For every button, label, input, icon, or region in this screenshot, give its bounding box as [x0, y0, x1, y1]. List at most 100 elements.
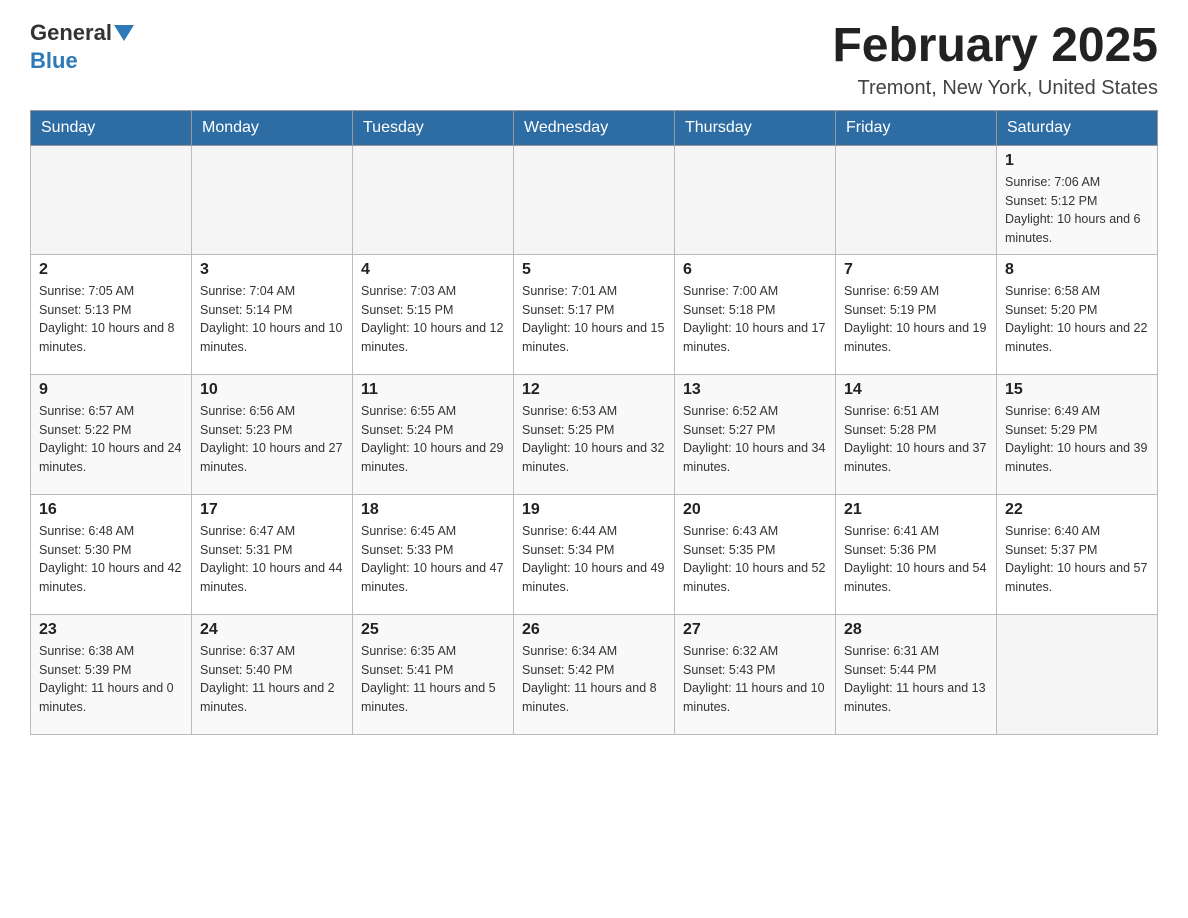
calendar-cell: 1 Sunrise: 7:06 AMSunset: 5:12 PMDaylight… [997, 145, 1158, 254]
day-header-monday: Monday [192, 110, 353, 145]
day-number: 26 [522, 621, 666, 639]
calendar-cell: 7 Sunrise: 6:59 AMSunset: 5:19 PMDaylight… [836, 254, 997, 374]
day-number: 15 [1005, 381, 1149, 399]
day-number: 14 [844, 381, 988, 399]
day-header-sunday: Sunday [31, 110, 192, 145]
day-info: Sunrise: 6:48 AMSunset: 5:30 PMDaylight:… [39, 522, 183, 597]
logo: General Blue [30, 20, 136, 74]
calendar-cell: 14 Sunrise: 6:51 AMSunset: 5:28 PMDayligh… [836, 374, 997, 494]
day-info: Sunrise: 7:05 AMSunset: 5:13 PMDaylight:… [39, 282, 183, 357]
calendar-cell: 26 Sunrise: 6:34 AMSunset: 5:42 PMDayligh… [514, 614, 675, 734]
calendar-cell [514, 145, 675, 254]
day-header-thursday: Thursday [675, 110, 836, 145]
calendar-cell: 3Sunrise: 7:04 AMSunset: 5:14 PMDaylight… [192, 254, 353, 374]
day-number: 1 [1005, 152, 1149, 170]
day-info: Sunrise: 6:41 AMSunset: 5:36 PMDaylight:… [844, 522, 988, 597]
day-number: 8 [1005, 261, 1149, 279]
day-info: Sunrise: 6:40 AMSunset: 5:37 PMDaylight:… [1005, 522, 1149, 597]
day-number: 9 [39, 381, 183, 399]
calendar-cell: 16 Sunrise: 6:48 AMSunset: 5:30 PMDayligh… [31, 494, 192, 614]
day-info: Sunrise: 6:45 AMSunset: 5:33 PMDaylight:… [361, 522, 505, 597]
day-info: Sunrise: 6:31 AMSunset: 5:44 PMDaylight:… [844, 642, 988, 717]
day-info: Sunrise: 6:47 AMSunset: 5:31 PMDaylight:… [200, 522, 344, 597]
calendar-cell: 25 Sunrise: 6:35 AMSunset: 5:41 PMDayligh… [353, 614, 514, 734]
calendar-cell [31, 145, 192, 254]
day-number: 7 [844, 261, 988, 279]
day-info: Sunrise: 7:04 AMSunset: 5:14 PMDaylight:… [200, 282, 344, 357]
day-number: 20 [683, 501, 827, 519]
day-info: Sunrise: 6:59 AMSunset: 5:19 PMDaylight:… [844, 282, 988, 357]
day-info: Sunrise: 6:44 AMSunset: 5:34 PMDaylight:… [522, 522, 666, 597]
calendar-cell: 4 Sunrise: 7:03 AMSunset: 5:15 PMDaylight… [353, 254, 514, 374]
day-number: 25 [361, 621, 505, 639]
day-info: Sunrise: 6:38 AMSunset: 5:39 PMDaylight:… [39, 642, 183, 717]
day-number: 16 [39, 501, 183, 519]
day-number: 6 [683, 261, 827, 279]
day-number: 22 [1005, 501, 1149, 519]
day-number: 21 [844, 501, 988, 519]
day-info: Sunrise: 7:00 AMSunset: 5:18 PMDaylight:… [683, 282, 827, 357]
calendar-cell [353, 145, 514, 254]
day-number: 19 [522, 501, 666, 519]
calendar-cell: 9 Sunrise: 6:57 AMSunset: 5:22 PMDaylight… [31, 374, 192, 494]
calendar-cell: 12 Sunrise: 6:53 AMSunset: 5:25 PMDayligh… [514, 374, 675, 494]
day-info: Sunrise: 6:43 AMSunset: 5:35 PMDaylight:… [683, 522, 827, 597]
calendar-cell: 19 Sunrise: 6:44 AMSunset: 5:34 PMDayligh… [514, 494, 675, 614]
day-info: Sunrise: 7:03 AMSunset: 5:15 PMDaylight:… [361, 282, 505, 357]
calendar-cell: 20 Sunrise: 6:43 AMSunset: 5:35 PMDayligh… [675, 494, 836, 614]
day-header-saturday: Saturday [997, 110, 1158, 145]
day-number: 24 [200, 621, 344, 639]
calendar-cell: 24 Sunrise: 6:37 AMSunset: 5:40 PMDayligh… [192, 614, 353, 734]
calendar-cell: 10 Sunrise: 6:56 AMSunset: 5:23 PMDayligh… [192, 374, 353, 494]
calendar-cell: 11Sunrise: 6:55 AMSunset: 5:24 PMDayligh… [353, 374, 514, 494]
calendar-cell: 15 Sunrise: 6:49 AMSunset: 5:29 PMDayligh… [997, 374, 1158, 494]
day-info: Sunrise: 6:34 AMSunset: 5:42 PMDaylight:… [522, 642, 666, 717]
day-number: 12 [522, 381, 666, 399]
logo-blue-text: Blue [30, 48, 78, 74]
day-info: Sunrise: 6:52 AMSunset: 5:27 PMDaylight:… [683, 402, 827, 477]
day-number: 4 [361, 261, 505, 279]
calendar-cell: 28 Sunrise: 6:31 AMSunset: 5:44 PMDayligh… [836, 614, 997, 734]
day-info: Sunrise: 6:49 AMSunset: 5:29 PMDaylight:… [1005, 402, 1149, 477]
calendar-week-row: 2 Sunrise: 7:05 AMSunset: 5:13 PMDaylight… [31, 254, 1158, 374]
day-number: 13 [683, 381, 827, 399]
day-info: Sunrise: 6:58 AMSunset: 5:20 PMDaylight:… [1005, 282, 1149, 357]
day-info: Sunrise: 6:51 AMSunset: 5:28 PMDaylight:… [844, 402, 988, 477]
location-subtitle: Tremont, New York, United States [832, 77, 1158, 100]
day-info: Sunrise: 6:35 AMSunset: 5:41 PMDaylight:… [361, 642, 505, 717]
calendar-cell [997, 614, 1158, 734]
day-number: 27 [683, 621, 827, 639]
day-info: Sunrise: 6:32 AMSunset: 5:43 PMDaylight:… [683, 642, 827, 717]
day-info: Sunrise: 7:06 AMSunset: 5:12 PMDaylight:… [1005, 173, 1149, 248]
calendar-cell: 8 Sunrise: 6:58 AMSunset: 5:20 PMDaylight… [997, 254, 1158, 374]
calendar-cell: 21 Sunrise: 6:41 AMSunset: 5:36 PMDayligh… [836, 494, 997, 614]
calendar-cell [192, 145, 353, 254]
day-number: 2 [39, 261, 183, 279]
day-info: Sunrise: 6:37 AMSunset: 5:40 PMDaylight:… [200, 642, 344, 717]
day-number: 23 [39, 621, 183, 639]
day-info: Sunrise: 6:57 AMSunset: 5:22 PMDaylight:… [39, 402, 183, 477]
calendar-cell: 22 Sunrise: 6:40 AMSunset: 5:37 PMDayligh… [997, 494, 1158, 614]
day-info: Sunrise: 6:56 AMSunset: 5:23 PMDaylight:… [200, 402, 344, 477]
day-header-friday: Friday [836, 110, 997, 145]
day-header-tuesday: Tuesday [353, 110, 514, 145]
calendar-cell: 6 Sunrise: 7:00 AMSunset: 5:18 PMDaylight… [675, 254, 836, 374]
day-info: Sunrise: 6:53 AMSunset: 5:25 PMDaylight:… [522, 402, 666, 477]
calendar-week-row: 9 Sunrise: 6:57 AMSunset: 5:22 PMDaylight… [31, 374, 1158, 494]
calendar-cell: 18Sunrise: 6:45 AMSunset: 5:33 PMDayligh… [353, 494, 514, 614]
day-number: 5 [522, 261, 666, 279]
calendar-cell: 2 Sunrise: 7:05 AMSunset: 5:13 PMDaylight… [31, 254, 192, 374]
logo-general-text: General [30, 20, 112, 46]
calendar-week-row: 23 Sunrise: 6:38 AMSunset: 5:39 PMDayligh… [31, 614, 1158, 734]
day-info: Sunrise: 6:55 AMSunset: 5:24 PMDaylight:… [361, 402, 505, 477]
calendar-cell: 27 Sunrise: 6:32 AMSunset: 5:43 PMDayligh… [675, 614, 836, 734]
calendar-cell [836, 145, 997, 254]
calendar-title: February 2025 [832, 20, 1158, 73]
day-number: 10 [200, 381, 344, 399]
days-header-row: SundayMondayTuesdayWednesdayThursdayFrid… [31, 110, 1158, 145]
day-number: 28 [844, 621, 988, 639]
calendar-table: SundayMondayTuesdayWednesdayThursdayFrid… [30, 110, 1158, 735]
calendar-week-row: 16 Sunrise: 6:48 AMSunset: 5:30 PMDayligh… [31, 494, 1158, 614]
calendar-cell: 13 Sunrise: 6:52 AMSunset: 5:27 PMDayligh… [675, 374, 836, 494]
logo-triangle-icon [114, 25, 134, 41]
